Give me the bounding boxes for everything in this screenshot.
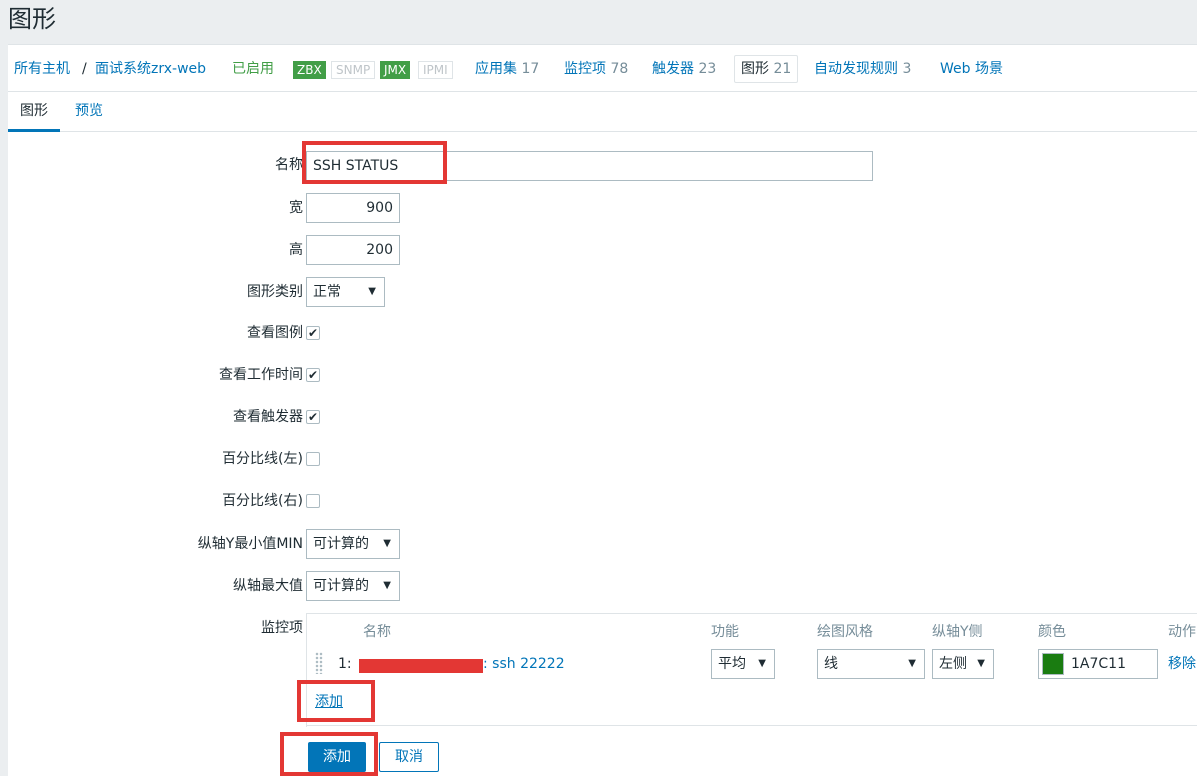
breadcrumb-separator: / xyxy=(82,61,87,77)
nav-applications-count: 17 xyxy=(521,61,540,77)
chevron-down-icon: ▼ xyxy=(977,658,985,669)
show-triggers-checkbox[interactable]: ✔ xyxy=(306,410,320,424)
function-value: 平均 xyxy=(718,656,746,672)
show-legend-checkbox[interactable]: ✔ xyxy=(306,326,320,340)
nav-items[interactable]: 监控项 78 xyxy=(564,45,628,93)
draw-style-value: 线 xyxy=(824,656,838,672)
name-input[interactable] xyxy=(306,151,873,181)
drag-handle-icon[interactable] xyxy=(315,652,323,674)
col-color: 颜色 xyxy=(1038,624,1066,640)
divider xyxy=(306,725,1197,726)
breadcrumb-host[interactable]: 面试系统zrx-web xyxy=(95,45,206,93)
col-function: 功能 xyxy=(711,624,739,640)
nav-web-scenarios-label: Web 场景 xyxy=(940,61,1003,77)
nav-triggers-label: 触发器 xyxy=(652,61,694,77)
nav-graphs-count: 21 xyxy=(773,61,792,77)
col-draw-style: 绘图风格 xyxy=(817,624,873,640)
percentile-right-label: 百分比线(右) xyxy=(222,493,303,509)
percentile-left-checkbox[interactable] xyxy=(306,452,320,466)
form-container: 图形 预览 名称 宽 高 图形类别 正常 ▼ 查看图例 ✔ 查看工作时间 ✔ 查看… xyxy=(8,92,1197,776)
width-input[interactable] xyxy=(306,193,400,223)
chevron-down-icon: ▼ xyxy=(908,658,916,669)
name-label: 名称 xyxy=(275,157,303,173)
ymax-value: 可计算的 xyxy=(313,578,369,594)
chevron-down-icon: ▼ xyxy=(383,538,391,549)
tab-graph[interactable]: 图形 xyxy=(8,92,60,132)
badge-snmp: SNMP xyxy=(331,61,376,79)
col-name: 名称 xyxy=(363,624,391,640)
badge-ipmi: IPMI xyxy=(418,61,453,79)
graph-type-value: 正常 xyxy=(313,284,341,300)
tab-bar: 图形 预览 xyxy=(8,92,1197,132)
row-index: 1: xyxy=(338,656,352,672)
chevron-down-icon: ▼ xyxy=(383,580,391,591)
y-axis-select[interactable]: 左侧 ▼ xyxy=(932,649,994,679)
nav-discovery-rules[interactable]: 自动发现规则 3 xyxy=(814,45,911,93)
col-y-axis: 纵轴Y侧 xyxy=(932,624,983,640)
nav-items-label: 监控项 xyxy=(564,61,606,77)
percentile-left-label: 百分比线(左) xyxy=(222,451,303,467)
remove-item-link[interactable]: 移除 xyxy=(1168,654,1196,674)
page-title: 图形 xyxy=(8,5,56,33)
col-action: 动作 xyxy=(1168,624,1196,640)
graph-type-select[interactable]: 正常 ▼ xyxy=(306,277,385,307)
item-name-link[interactable]: : ssh 22222 xyxy=(483,654,565,674)
ymin-value: 可计算的 xyxy=(313,536,369,552)
height-label: 高 xyxy=(289,242,303,258)
width-label: 宽 xyxy=(289,200,303,216)
chevron-down-icon: ▼ xyxy=(758,658,766,669)
function-select[interactable]: 平均 ▼ xyxy=(711,649,775,679)
show-legend-label: 查看图例 xyxy=(247,325,303,341)
add-item-link[interactable]: 添加 xyxy=(315,692,343,712)
add-button[interactable]: 添加 xyxy=(308,742,366,772)
nav-applications-label: 应用集 xyxy=(475,61,517,77)
tab-preview[interactable]: 预览 xyxy=(63,92,115,132)
ymax-select[interactable]: 可计算的 ▼ xyxy=(306,571,400,601)
host-status-enabled[interactable]: 已启用 xyxy=(232,45,274,93)
host-navigation-bar: 所有主机 / 面试系统zrx-web 已启用 ZBX SNMP JMX IPMI… xyxy=(8,44,1197,92)
badge-jmx: JMX xyxy=(380,61,411,79)
nav-items-count: 78 xyxy=(610,61,629,77)
nav-triggers[interactable]: 触发器 23 xyxy=(652,45,716,93)
color-hex-value: 1A7C11 xyxy=(1071,656,1126,672)
nav-applications[interactable]: 应用集 17 xyxy=(475,45,539,93)
show-triggers-label: 查看触发器 xyxy=(233,409,303,425)
percentile-right-checkbox[interactable] xyxy=(306,494,320,508)
show-working-time-label: 查看工作时间 xyxy=(219,367,303,383)
nav-graphs-label: 图形 xyxy=(741,61,769,77)
y-axis-value: 左侧 xyxy=(939,656,967,672)
chevron-down-icon: ▼ xyxy=(368,286,376,297)
breadcrumb-all-hosts[interactable]: 所有主机 xyxy=(14,45,70,93)
ymin-select[interactable]: 可计算的 ▼ xyxy=(306,529,400,559)
nav-web-scenarios[interactable]: Web 场景 xyxy=(940,45,1003,93)
items-label: 监控项 xyxy=(261,620,303,636)
badge-zbx: ZBX xyxy=(293,61,326,79)
nav-discovery-rules-count: 3 xyxy=(902,61,912,77)
nav-graphs[interactable]: 图形 21 xyxy=(734,55,799,83)
color-picker[interactable]: 1A7C11 xyxy=(1038,649,1158,679)
nav-discovery-rules-label: 自动发现规则 xyxy=(814,61,898,77)
redacted-item-host xyxy=(359,659,483,673)
show-working-time-checkbox[interactable]: ✔ xyxy=(306,368,320,382)
graph-type-label: 图形类别 xyxy=(247,284,303,300)
ymax-label: 纵轴最大值 xyxy=(233,578,303,594)
height-input[interactable] xyxy=(306,235,400,265)
cancel-button[interactable]: 取消 xyxy=(379,742,439,772)
items-table: 名称 功能 绘图风格 纵轴Y侧 颜色 动作 1: : ssh 22222 平均 ▼… xyxy=(306,613,1197,727)
ymin-label: 纵轴Y最小值MIN xyxy=(197,536,303,552)
nav-triggers-count: 23 xyxy=(698,61,717,77)
draw-style-select[interactable]: 线 ▼ xyxy=(817,649,925,679)
color-swatch[interactable] xyxy=(1042,653,1064,675)
